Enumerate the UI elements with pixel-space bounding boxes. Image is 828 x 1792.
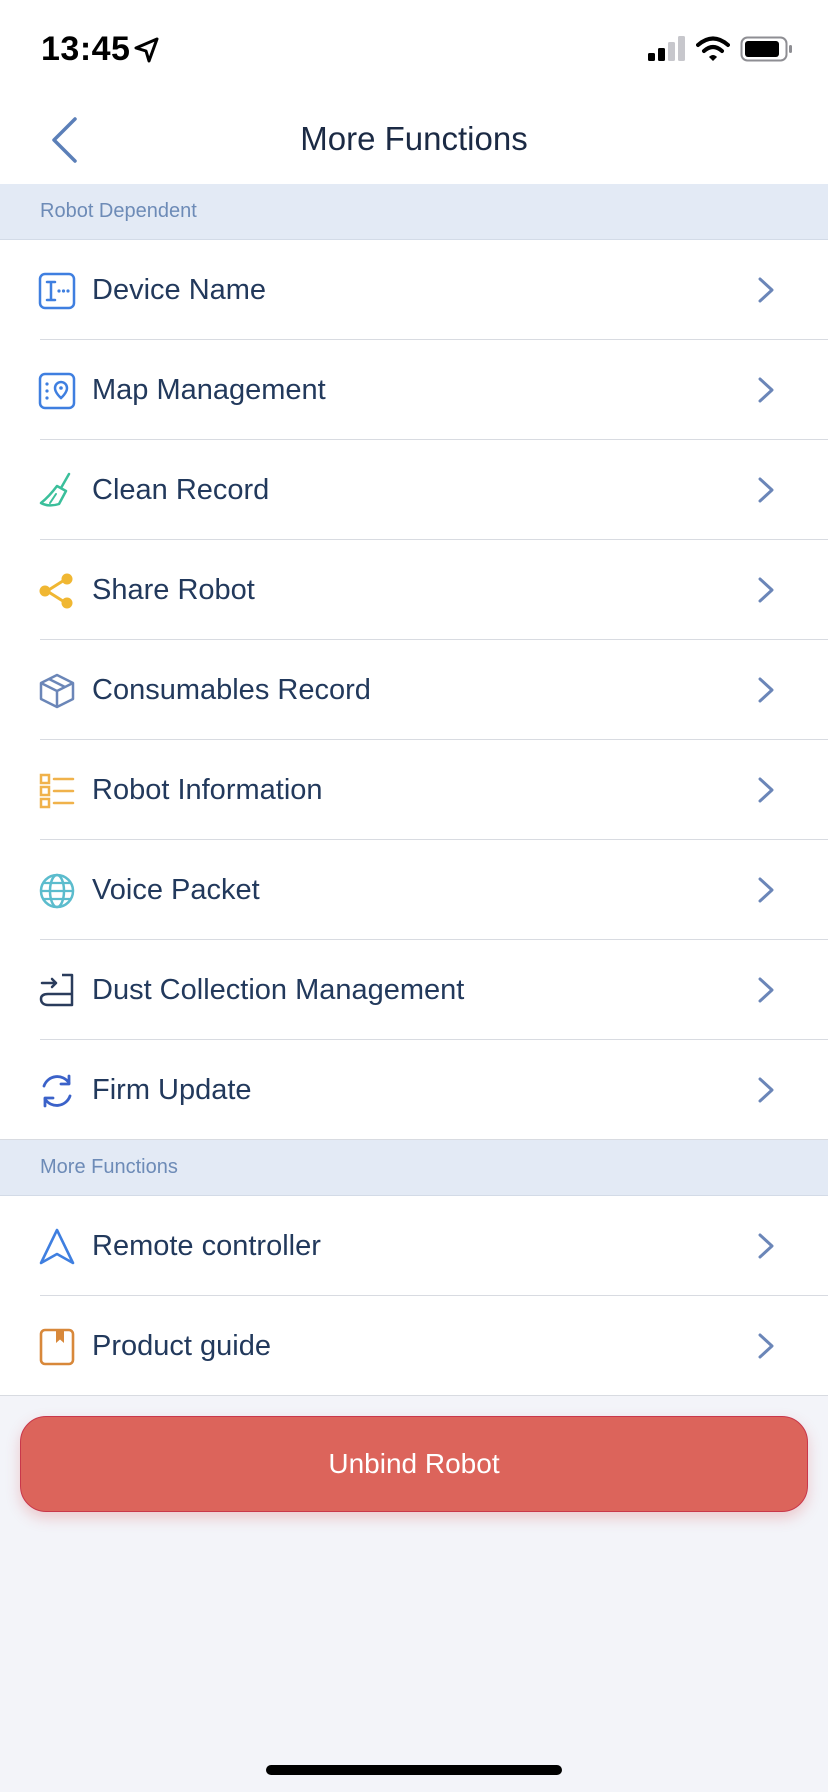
more-functions-list: Remote controller Product guide: [0, 1196, 828, 1396]
more-functions-screen: 13:45 More Functions Robot Dependent Dev…: [0, 0, 828, 1792]
chevron-right-icon: [758, 777, 774, 803]
row-label: Map Management: [92, 374, 326, 406]
row-label: Remote controller: [92, 1230, 321, 1262]
chevron-right-icon: [758, 577, 774, 603]
location-arrow-icon: [134, 37, 159, 63]
section-header-more-functions: More Functions: [0, 1140, 828, 1196]
home-indicator[interactable]: [266, 1765, 562, 1775]
wifi-icon: [696, 36, 730, 61]
chevron-right-icon: [758, 477, 774, 503]
row-firm-update[interactable]: Firm Update: [0, 1040, 828, 1140]
row-clean-record[interactable]: Clean Record: [0, 440, 828, 540]
row-product-guide[interactable]: Product guide: [0, 1296, 828, 1396]
chevron-right-icon: [758, 877, 774, 903]
device-name-icon: [38, 272, 76, 310]
chevron-right-icon: [758, 277, 774, 303]
row-label: Clean Record: [92, 474, 270, 506]
navigation-arrow-icon: [39, 1228, 75, 1265]
row-label: Product guide: [92, 1330, 271, 1362]
row-label: Voice Packet: [92, 874, 260, 906]
row-label: Share Robot: [92, 574, 255, 606]
section-header-robot-dependent: Robot Dependent: [0, 184, 828, 240]
row-share-robot[interactable]: Share Robot: [0, 540, 828, 640]
row-dust-collection-management[interactable]: Dust Collection Management: [0, 940, 828, 1040]
row-label: Consumables Record: [92, 674, 371, 706]
box-icon: [39, 673, 75, 709]
status-time: 13:45: [41, 30, 131, 68]
refresh-icon: [42, 1074, 72, 1108]
robot-dependent-list: Device Name Map Management Clean Record …: [0, 240, 828, 1140]
list-icon: [39, 773, 75, 809]
row-label: Robot Information: [92, 774, 323, 806]
battery-icon: [740, 36, 792, 62]
row-voice-packet[interactable]: Voice Packet: [0, 840, 828, 940]
chevron-right-icon: [758, 1233, 774, 1259]
row-device-name[interactable]: Device Name: [0, 240, 828, 340]
dust-station-icon: [39, 973, 74, 1007]
row-remote-controller[interactable]: Remote controller: [0, 1196, 828, 1296]
row-robot-information[interactable]: Robot Information: [0, 740, 828, 840]
row-consumables-record[interactable]: Consumables Record: [0, 640, 828, 740]
row-map-management[interactable]: Map Management: [0, 340, 828, 440]
map-pin-icon: [38, 372, 76, 410]
bottom-area: Unbind Robot: [0, 1396, 828, 1512]
broom-icon: [39, 472, 71, 507]
chevron-right-icon: [758, 977, 774, 1003]
chevron-right-icon: [758, 1333, 774, 1359]
navigation-bar: More Functions: [0, 96, 828, 184]
share-icon: [39, 573, 73, 609]
globe-icon: [39, 873, 75, 909]
row-label: Dust Collection Management: [92, 974, 465, 1006]
chevron-right-icon: [758, 677, 774, 703]
top-area: 13:45 More Functions: [0, 0, 828, 184]
row-label: Device Name: [92, 274, 267, 306]
book-icon: [39, 1328, 75, 1366]
page-title: More Functions: [300, 120, 528, 157]
row-label: Firm Update: [92, 1074, 252, 1106]
chevron-right-icon: [758, 377, 774, 403]
status-indicators: [646, 36, 794, 62]
signal-icon: [648, 36, 685, 61]
status-bar: 13:45: [0, 0, 828, 96]
unbind-robot-button[interactable]: Unbind Robot: [20, 1416, 808, 1512]
chevron-right-icon: [758, 1077, 774, 1103]
